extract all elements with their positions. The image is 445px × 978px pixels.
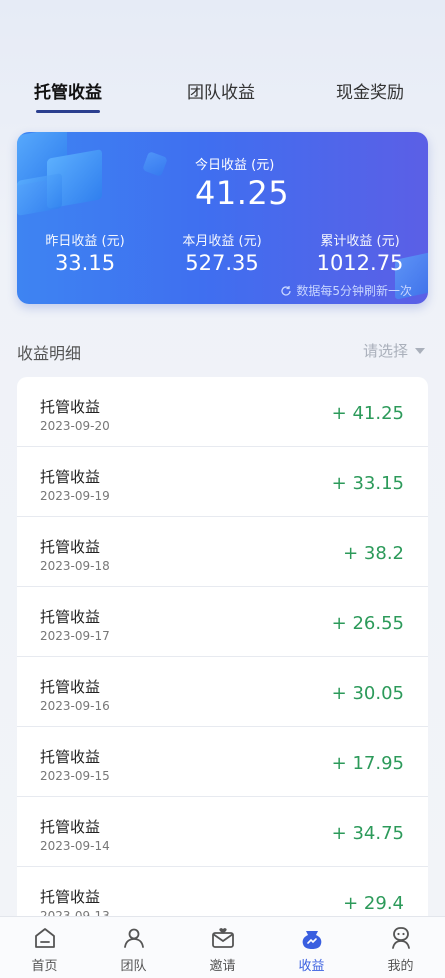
- nav-label: 首页: [31, 959, 58, 974]
- decor-cube: [17, 173, 62, 216]
- earnings-tabs: 托管收益 团队收益 现金奖励: [0, 78, 445, 118]
- record-title: 托管收益: [40, 818, 101, 836]
- month-earnings-value: 527.35: [185, 251, 259, 275]
- today-earnings-label: 今日收益 (元): [195, 158, 275, 173]
- refresh-icon: [281, 285, 292, 296]
- nav-label: 收益: [298, 959, 325, 974]
- record-date: 2023-09-14: [40, 839, 110, 853]
- decor-cube: [142, 151, 168, 177]
- dropdown-arrow-icon: [415, 347, 425, 354]
- record-date: 2023-09-16: [40, 699, 110, 713]
- nav-label: 团队: [120, 959, 147, 974]
- yesterday-earnings-value: 33.15: [54, 251, 116, 275]
- bottom-nav: 首页 团队 邀请 收益 我的: [0, 916, 445, 978]
- nav-profile[interactable]: 我的: [356, 917, 445, 978]
- yesterday-earnings-label: 昨日收益 (元): [45, 234, 125, 249]
- record-date: 2023-09-15: [40, 769, 110, 783]
- nav-invite[interactable]: 邀请: [178, 917, 267, 978]
- nav-home[interactable]: 首页: [0, 917, 89, 978]
- list-item[interactable]: 托管收益 2023-09-18 + 38.2: [17, 517, 428, 587]
- month-earnings: 本月收益 (元) 527.35: [157, 230, 287, 275]
- record-title: 托管收益: [40, 398, 101, 416]
- list-item[interactable]: 托管收益 2023-09-20 + 41.25: [17, 377, 428, 447]
- refresh-note-text: 数据每5分钟刷新一次: [296, 284, 412, 298]
- profile-icon: [391, 927, 410, 949]
- earnings-record-list: 托管收益 2023-09-20 + 41.25 托管收益 2023-09-19 …: [17, 377, 428, 937]
- record-title: 托管收益: [40, 538, 101, 556]
- record-date: 2023-09-19: [40, 489, 110, 503]
- refresh-note: 数据每5分钟刷新一次: [280, 282, 412, 299]
- record-title: 托管收益: [40, 748, 101, 766]
- active-tab-indicator: [36, 110, 100, 113]
- record-amount: + 34.75: [331, 823, 404, 844]
- record-amount: + 17.95: [331, 753, 404, 774]
- filter-select-placeholder: 请选择: [362, 342, 408, 360]
- tab-label: 现金奖励: [336, 83, 404, 103]
- record-title: 托管收益: [40, 608, 101, 626]
- record-amount: + 26.55: [331, 613, 404, 634]
- month-earnings-label: 本月收益 (元): [182, 234, 262, 249]
- nav-team[interactable]: 团队: [89, 917, 178, 978]
- nav-label: 邀请: [209, 959, 236, 974]
- filter-select[interactable]: 请选择: [363, 340, 425, 361]
- total-earnings-label: 累计收益 (元): [320, 234, 400, 249]
- record-amount: + 29.4: [343, 893, 404, 914]
- earnings-detail-title: 收益明细: [17, 344, 82, 363]
- home-icon: [34, 928, 55, 948]
- record-title: 托管收益: [40, 888, 101, 906]
- earnings-icon: [302, 931, 321, 949]
- tab-hosting-earnings[interactable]: 托管收益: [34, 78, 102, 113]
- tab-team-earnings[interactable]: 团队收益: [187, 78, 255, 103]
- list-item[interactable]: 托管收益 2023-09-16 + 30.05: [17, 657, 428, 727]
- record-amount: + 33.15: [331, 473, 404, 494]
- record-amount: + 41.25: [331, 403, 404, 424]
- record-date: 2023-09-20: [40, 419, 110, 433]
- record-title: 托管收益: [40, 468, 101, 486]
- earnings-summary-card: 今日收益 (元) 41.25 昨日收益 (元) 33.15 本月收益 (元) 5…: [17, 132, 428, 304]
- total-earnings-value: 1012.75: [316, 251, 404, 275]
- record-amount: + 30.05: [331, 683, 404, 704]
- list-item[interactable]: 托管收益 2023-09-17 + 26.55: [17, 587, 428, 657]
- record-amount: + 38.2: [343, 543, 404, 564]
- record-date: 2023-09-17: [40, 629, 110, 643]
- record-date: 2023-09-18: [40, 559, 110, 573]
- total-earnings: 累计收益 (元) 1012.75: [295, 230, 425, 275]
- yesterday-earnings: 昨日收益 (元) 33.15: [20, 230, 150, 275]
- nav-earnings[interactable]: 收益: [267, 917, 356, 978]
- list-item[interactable]: 托管收益 2023-09-15 + 17.95: [17, 727, 428, 797]
- list-item[interactable]: 托管收益 2023-09-14 + 34.75: [17, 797, 428, 867]
- tab-label: 托管收益: [34, 83, 102, 103]
- team-icon: [123, 928, 144, 948]
- tab-label: 团队收益: [187, 83, 255, 103]
- list-item[interactable]: 托管收益 2023-09-19 + 33.15: [17, 447, 428, 517]
- today-earnings-value: 41.25: [195, 174, 290, 212]
- invite-icon: [211, 928, 234, 948]
- record-title: 托管收益: [40, 678, 101, 696]
- tab-cash-rewards[interactable]: 现金奖励: [336, 78, 404, 103]
- nav-label: 我的: [387, 959, 414, 974]
